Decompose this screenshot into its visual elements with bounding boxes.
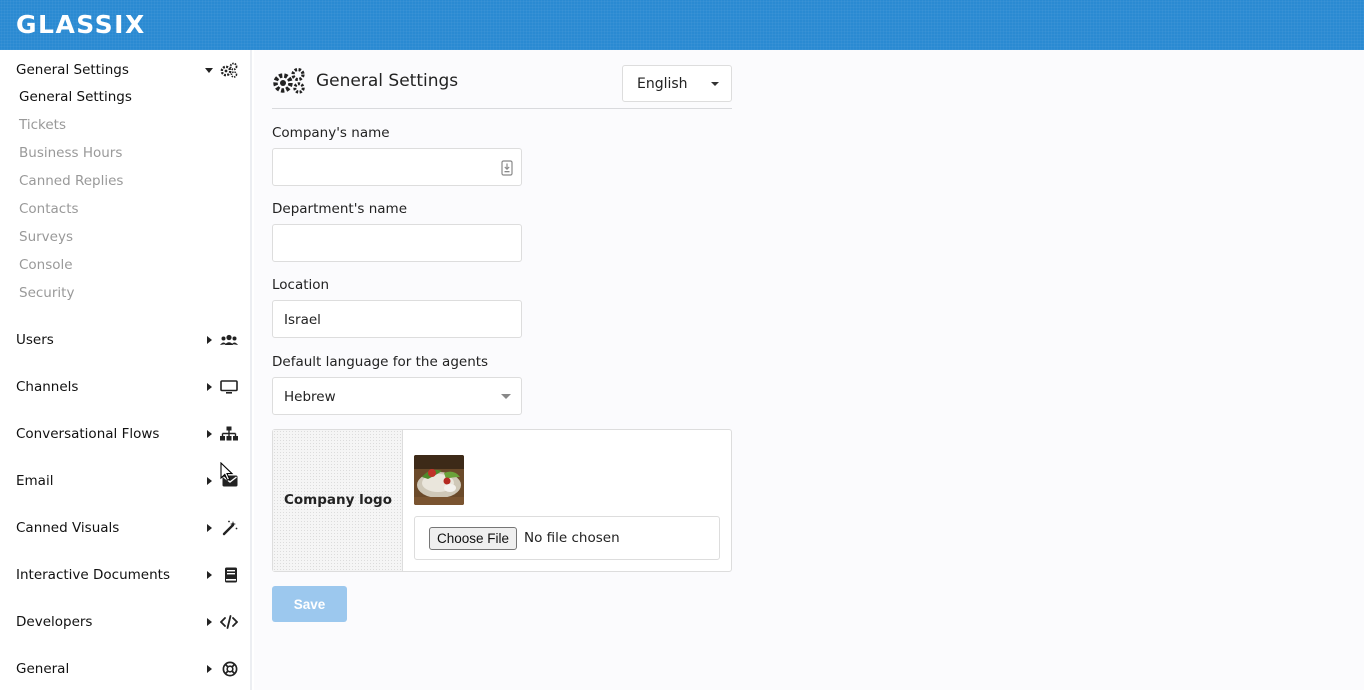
default-language-select[interactable]: Hebrew	[272, 377, 522, 415]
caret-right-icon	[202, 524, 216, 532]
save-button[interactable]: Save	[272, 586, 347, 622]
company-logo-image	[414, 455, 464, 505]
page-title: General Settings	[316, 71, 459, 91]
sidebar-item-business-hours[interactable]: Business Hours	[19, 145, 122, 161]
company-name-input[interactable]	[272, 148, 522, 186]
sidebar-section-label: Email	[16, 473, 54, 489]
sidebar-section-label: General Settings	[16, 62, 129, 78]
sidebar-section-label: Interactive Documents	[16, 567, 170, 583]
company-logo-label-cell: Company logo	[273, 430, 403, 571]
users-icon	[216, 334, 238, 346]
language-select-value: English	[637, 76, 688, 92]
caret-right-icon	[202, 430, 216, 438]
default-language-value: Hebrew	[284, 389, 336, 405]
sidebar-section-label: General	[16, 661, 70, 677]
sidebar-section-label: Channels	[16, 379, 79, 395]
gears-icon	[272, 67, 308, 99]
main-content: General Settings English Company's name …	[254, 50, 1364, 690]
caret-right-icon	[202, 665, 216, 673]
magic-wand-icon	[216, 520, 238, 536]
life-ring-icon	[216, 661, 238, 677]
sidebar-section-interactive-documents[interactable]: Interactive Documents	[16, 564, 238, 586]
gears-icon	[216, 62, 238, 78]
sidebar-section-conversational-flows[interactable]: Conversational Flows	[16, 423, 238, 445]
sidebar-item-tickets[interactable]: Tickets	[19, 117, 66, 133]
sidebar-item-contacts[interactable]: Contacts	[19, 201, 79, 217]
company-logo-panel: Company logo Choose File No file chosen	[272, 429, 732, 572]
monitor-icon	[216, 380, 238, 394]
top-bar: GLASSIX	[0, 0, 1364, 50]
sidebar-section-general-settings[interactable]: General Settings	[16, 59, 238, 81]
language-select[interactable]: English	[622, 65, 732, 102]
sidebar-item-security[interactable]: Security	[19, 285, 74, 301]
mouse-cursor-icon	[220, 461, 234, 486]
sidebar-section-email[interactable]: Email	[16, 470, 238, 492]
sidebar: General Settings General Settings Ticket…	[0, 50, 252, 690]
caret-right-icon	[202, 383, 216, 391]
page-header: General Settings English	[272, 65, 732, 109]
sidebar-item-general-settings[interactable]: General Settings	[19, 89, 132, 105]
sidebar-section-label: Canned Visuals	[16, 520, 120, 536]
caret-down-icon	[202, 67, 216, 73]
sidebar-section-label: Conversational Flows	[16, 426, 160, 442]
sidebar-item-console[interactable]: Console	[19, 257, 73, 273]
sidebar-section-developers[interactable]: Developers	[16, 611, 238, 633]
caret-down-icon	[501, 394, 511, 399]
location-input[interactable]: Israel	[272, 300, 522, 338]
location-label: Location	[272, 277, 330, 293]
sidebar-section-users[interactable]: Users	[16, 329, 238, 351]
company-logo-label: Company logo	[284, 492, 392, 508]
department-name-input[interactable]	[272, 224, 522, 262]
caret-right-icon	[202, 618, 216, 626]
location-value: Israel	[284, 312, 321, 328]
book-icon	[216, 567, 238, 583]
company-name-label: Company's name	[272, 125, 390, 141]
sidebar-section-channels[interactable]: Channels	[16, 376, 238, 398]
code-icon	[216, 615, 238, 629]
choose-file-button[interactable]: Choose File	[429, 527, 518, 550]
sidebar-section-label: Developers	[16, 614, 93, 630]
sidebar-item-surveys[interactable]: Surveys	[19, 229, 73, 245]
file-input-wrapper: Choose File No file chosen	[414, 516, 720, 560]
department-name-label: Department's name	[272, 201, 408, 217]
caret-right-icon	[202, 571, 216, 579]
sidebar-section-general[interactable]: General	[16, 658, 238, 680]
caret-right-icon	[202, 477, 216, 485]
caret-right-icon	[202, 336, 216, 344]
brand-logo[interactable]: GLASSIX	[16, 10, 146, 39]
autofill-icon[interactable]	[501, 160, 513, 180]
sitemap-icon	[216, 426, 238, 442]
sidebar-item-canned-replies[interactable]: Canned Replies	[19, 173, 123, 189]
file-status-text: No file chosen	[524, 530, 620, 546]
sidebar-section-label: Users	[16, 332, 54, 348]
default-language-label: Default language for the agents	[272, 354, 489, 370]
sidebar-section-canned-visuals[interactable]: Canned Visuals	[16, 517, 238, 539]
caret-down-icon	[711, 82, 719, 86]
